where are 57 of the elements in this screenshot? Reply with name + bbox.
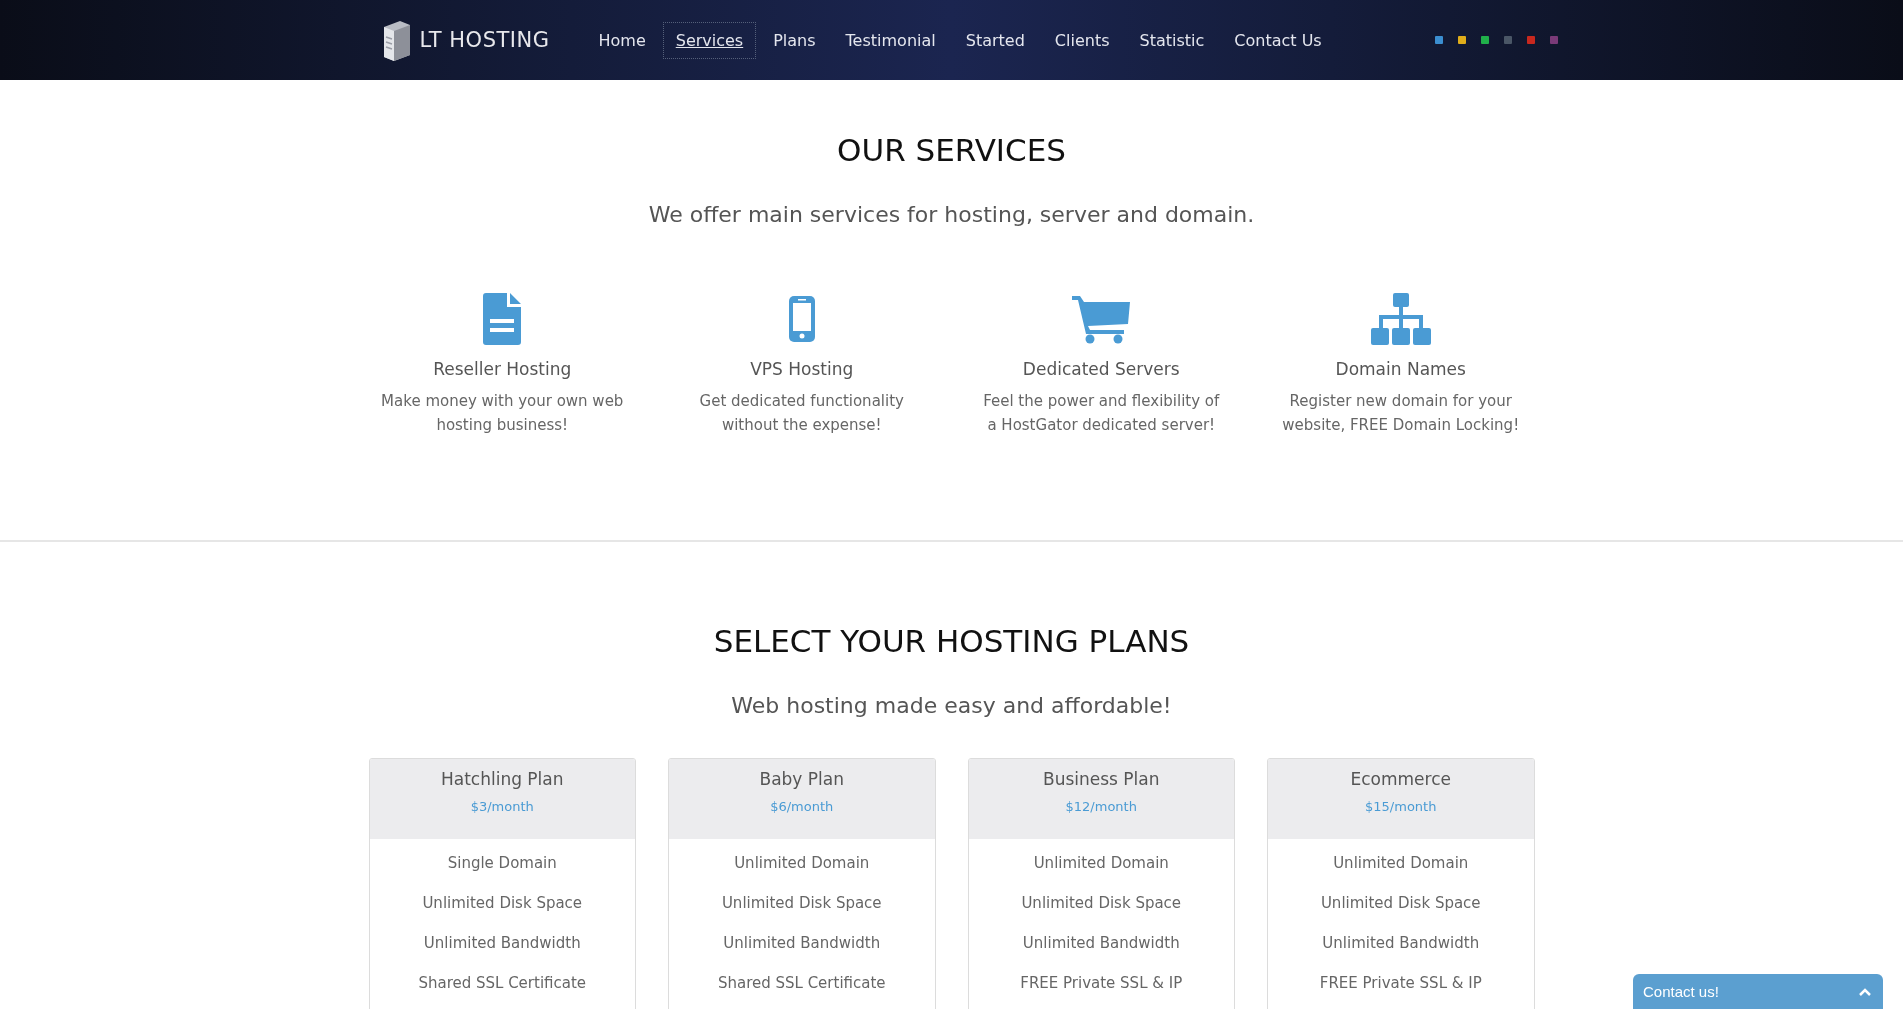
smartphone-icon (788, 293, 815, 345)
plan-price: $12/month (1064, 799, 1138, 814)
service-title: Reseller Hosting (433, 359, 572, 379)
plan-feature: Unlimited Disk Space (1319, 893, 1482, 914)
section-subtitle: Web hosting made easy and affordable! (730, 693, 1173, 718)
nav-link[interactable]: Testimonial (832, 21, 949, 59)
service-title: VPS Hosting (750, 359, 854, 379)
logo-text[interactable]: LT HOSTING (419, 28, 550, 52)
chevron-up-icon (1859, 987, 1871, 996)
section-title: SELECT YOUR HOSTING PLANS (712, 623, 1191, 659)
color-swatch[interactable] (1434, 36, 1443, 44)
plan-name: Baby Plan (758, 769, 845, 789)
plan-price: $6/month (769, 799, 835, 814)
plan-price: $3/month (469, 799, 535, 814)
nav-link[interactable]: Clients (1041, 21, 1123, 59)
plan-feature: FREE Private SSL & IP (1318, 973, 1483, 994)
server-tower-icon (381, 19, 412, 61)
color-swatch[interactable] (1457, 36, 1466, 44)
plan-feature: Unlimited Bandwidth (1021, 933, 1181, 954)
nav-link[interactable]: Contact Us (1221, 21, 1335, 59)
plan-feature: Unlimited Domain (1332, 853, 1470, 874)
color-swatch[interactable] (1480, 36, 1489, 44)
plan-price: $15/month (1364, 799, 1438, 814)
plan-name: Business Plan (1041, 769, 1161, 789)
service-description: Feel the power and flexibility of a HostGator dedicated server! (982, 391, 1221, 436)
nav-link[interactable]: Statistic (1126, 21, 1218, 59)
service-description: Get dedicated functionality without the expense! (698, 391, 905, 436)
shopping-cart-icon (1072, 293, 1131, 345)
sitemap-icon (1370, 293, 1431, 345)
plan-feature: FREE Private SSL & IP (1019, 973, 1184, 994)
plan-name: Hatchling Plan (439, 769, 565, 789)
plan-feature: Unlimited Disk Space (720, 893, 883, 914)
nav-link[interactable]: Home (585, 21, 659, 59)
plan-feature: Unlimited Bandwidth (422, 933, 582, 954)
service-title: Dedicated Servers (1022, 359, 1180, 379)
plan-feature: Unlimited Domain (1032, 853, 1170, 874)
plan-feature: Unlimited Disk Space (1020, 893, 1183, 914)
service-description: Register new domain for your website, FREE Domain Locking! (1281, 391, 1521, 436)
nav-link[interactable]: Started (952, 21, 1038, 59)
plan-feature: Unlimited Bandwidth (722, 933, 882, 954)
plan-feature: Shared SSL Certificate (716, 973, 887, 994)
color-swatch[interactable] (1549, 36, 1558, 44)
document-icon (483, 293, 522, 345)
section-title: OUR SERVICES (836, 132, 1067, 168)
plan-feature: Unlimited Bandwidth (1321, 933, 1481, 954)
section-subtitle: We offer main services for hosting, server and domain. (647, 202, 1256, 227)
service-title: Domain Names (1335, 359, 1466, 379)
nav-link[interactable]: Services (662, 21, 757, 59)
plan-feature: Single Domain (446, 853, 558, 874)
nav-link[interactable]: Plans (760, 21, 829, 59)
plan-name: Ecommerce (1349, 769, 1452, 789)
color-swatch[interactable] (1526, 36, 1535, 44)
plan-feature: Unlimited Disk Space (421, 893, 584, 914)
color-swatch[interactable] (1503, 36, 1512, 44)
plan-feature: Unlimited Domain (733, 853, 871, 874)
plan-feature: Shared SSL Certificate (417, 973, 588, 994)
service-description: Make money with your own web hosting business! (380, 391, 625, 436)
